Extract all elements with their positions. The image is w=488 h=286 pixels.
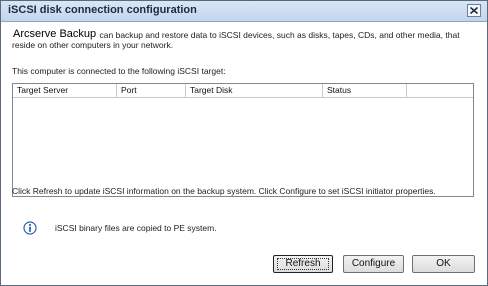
connected-label: This computer is connected to the follow… [12, 66, 226, 76]
dialog-content: Arcserve Backup can backup and restore d… [1, 22, 487, 285]
column-header-target-server[interactable]: Target Server [13, 84, 117, 97]
list-header: Target Server Port Target Disk Status [13, 84, 473, 98]
window-title: iSCSI disk connection configuration [8, 4, 197, 16]
ok-button[interactable]: OK [412, 255, 475, 273]
title-bar[interactable]: iSCSI disk connection configuration [1, 1, 487, 22]
ok-button-label: OK [436, 258, 451, 269]
configure-button[interactable]: Configure [343, 255, 404, 273]
focus-rectangle [277, 258, 329, 270]
brand-name: Arcserve Backup [12, 28, 98, 40]
refresh-button[interactable]: Refresh [273, 255, 333, 273]
close-button[interactable] [467, 4, 481, 17]
configure-button-label: Configure [351, 258, 396, 269]
iscsi-target-list[interactable]: Target Server Port Target Disk Status [12, 83, 474, 197]
column-header-status[interactable]: Status [323, 84, 407, 97]
close-icon [470, 7, 478, 14]
intro-text: Arcserve Backup can backup and restore d… [12, 28, 474, 50]
info-icon [23, 221, 37, 240]
info-message: iSCSI binary files are copied to PE syst… [55, 223, 217, 233]
dialog-window: iSCSI disk connection configuration Arcs… [0, 0, 488, 286]
column-header-target-disk[interactable]: Target Disk [186, 84, 323, 97]
refresh-note: Click Refresh to update iSCSI informatio… [12, 186, 436, 196]
column-header-empty[interactable] [407, 84, 473, 97]
column-header-port[interactable]: Port [117, 84, 186, 97]
